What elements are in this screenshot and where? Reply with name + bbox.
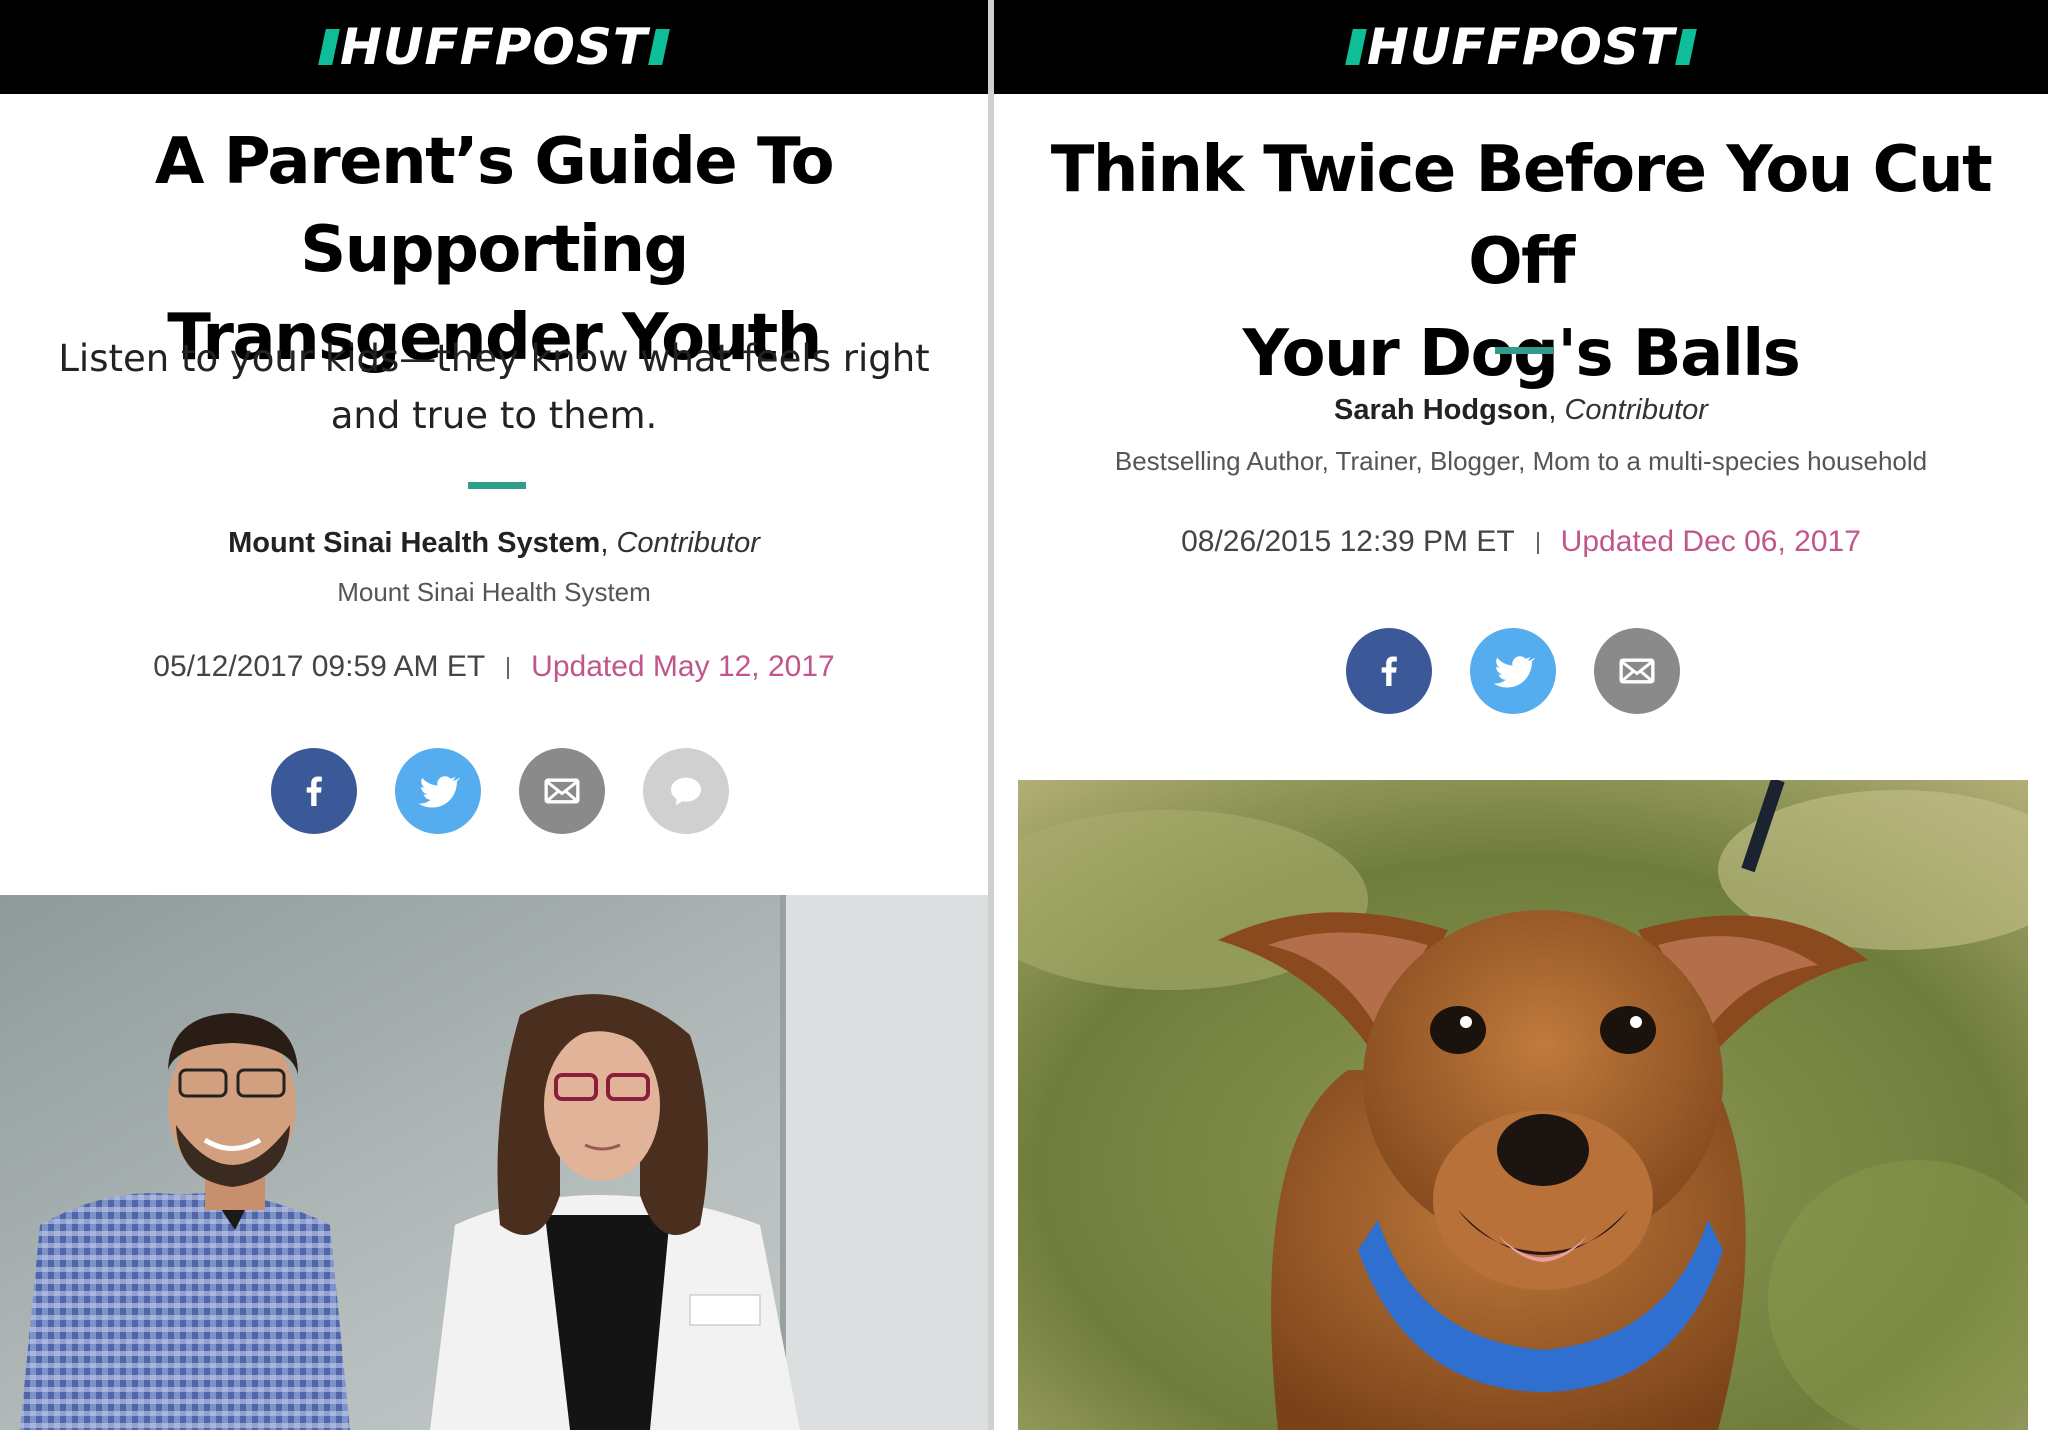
headline-line-2: Your Dog's Balls	[1242, 317, 1801, 391]
email-icon	[544, 778, 580, 804]
article-headline: Think Twice Before You Cut Off Your Dog'…	[994, 124, 2048, 400]
author-link[interactable]: Mount Sinai Health System	[228, 527, 600, 559]
byline: Sarah Hodgson, Contributor	[994, 394, 2048, 427]
comment-share-button[interactable]	[643, 748, 729, 834]
divider-rule	[468, 482, 526, 489]
dateline: 08/26/2015 12:39 PM ET Updated Dec 06, 20…	[994, 525, 2048, 559]
article-hero-image	[1018, 780, 2028, 1430]
email-icon	[1619, 658, 1655, 684]
facebook-icon	[306, 776, 322, 806]
divider-rule	[1495, 347, 1553, 354]
byline-comma: ,	[600, 527, 617, 559]
twitter-icon	[418, 776, 460, 808]
author-link[interactable]: Sarah Hodgson	[1334, 394, 1548, 426]
published-timestamp: 08/26/2015 12:39 PM ET	[1181, 525, 1515, 558]
facebook-share-button[interactable]	[1346, 628, 1432, 714]
share-buttons	[1346, 628, 1680, 714]
author-role: Contributor	[616, 527, 760, 559]
logo-wordmark: HUFFPOST	[339, 18, 649, 76]
left-article-panel: HUFFPOST A Parent’s Guide To Supporting …	[0, 0, 988, 1430]
facebook-share-button[interactable]	[271, 748, 357, 834]
byline-comma: ,	[1548, 394, 1565, 426]
author-affiliation: Mount Sinai Health System	[337, 577, 651, 607]
updated-timestamp: Updated Dec 06, 2017	[1560, 525, 1861, 558]
right-article-panel: HUFFPOST Think Twice Before You Cut Off …	[994, 0, 2048, 1430]
twitter-icon	[1493, 656, 1535, 688]
dek-line-1: Listen to your kids—they know what feels…	[58, 337, 930, 380]
hero-photo-illustration	[0, 895, 988, 1430]
article-hero-image	[0, 895, 988, 1430]
top-bar: HUFFPOST	[0, 0, 988, 94]
top-bar: HUFFPOST	[994, 0, 2048, 94]
headline-line-1: A Parent’s Guide To Supporting	[154, 125, 835, 287]
author-affiliation: Bestselling Author, Trainer, Blogger, Mo…	[1114, 446, 1928, 476]
byline: Mount Sinai Health System, Contributor	[0, 527, 988, 560]
updated-timestamp: Updated May 12, 2017	[531, 650, 835, 683]
twitter-share-button[interactable]	[395, 748, 481, 834]
share-buttons	[271, 748, 729, 834]
email-share-button[interactable]	[1594, 628, 1680, 714]
dateline-separator	[507, 657, 510, 680]
published-timestamp: 05/12/2017 09:59 AM ET	[153, 650, 486, 683]
dek-line-2: and true to them.	[330, 394, 658, 437]
dateline-separator	[1536, 532, 1539, 555]
email-share-button[interactable]	[519, 748, 605, 834]
facebook-icon	[1381, 656, 1397, 686]
twitter-share-button[interactable]	[1470, 628, 1556, 714]
comment-icon	[671, 777, 701, 806]
huffpost-logo[interactable]: HUFFPOST	[1345, 18, 1697, 76]
hero-photo-illustration	[1018, 780, 2028, 1430]
headline-line-1: Think Twice Before You Cut Off	[1050, 133, 1993, 299]
dateline: 05/12/2017 09:59 AM ET Updated May 12, 20…	[0, 650, 988, 684]
logo-wordmark: HUFFPOST	[1366, 18, 1676, 76]
article-dek: Listen to your kids—they know what feels…	[20, 330, 968, 444]
huffpost-logo[interactable]: HUFFPOST	[318, 18, 670, 76]
author-role: Contributor	[1564, 394, 1708, 426]
